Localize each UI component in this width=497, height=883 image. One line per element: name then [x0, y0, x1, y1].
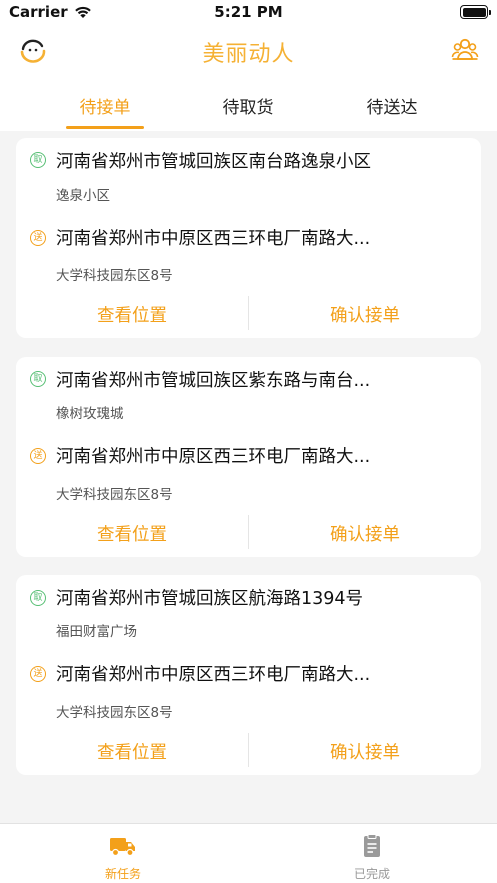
pickup-place: 福田财富广场	[56, 624, 137, 640]
bottom-tab-completed[interactable]: 已完成	[312, 834, 432, 882]
bottom-tab-label: 已完成	[353, 867, 390, 881]
drop-place: 大学科技园东区8号	[56, 268, 173, 284]
app-screen: Carrier 5:21 PM 美丽动人 待接单 待取货 待送达 取 河南省郑州…	[0, 0, 497, 883]
active-tab-indicator	[66, 126, 144, 129]
drop-badge: 送	[30, 230, 46, 246]
bottom-tab-bar: 新任务 已完成	[0, 823, 497, 883]
pickup-address: 河南省郑州市管城回族区南台路逸泉小区	[56, 152, 371, 172]
status-tabs: 待接单 待取货 待送达	[0, 76, 497, 131]
card-actions: 查看位置 确认接单	[16, 296, 481, 330]
drop-badge: 送	[30, 666, 46, 682]
page-title: 美丽动人	[202, 42, 295, 67]
drop-address: 河南省郑州市中原区西三环电厂南路大...	[56, 665, 371, 685]
tab-pending-accept[interactable]: 待接单	[45, 93, 165, 118]
order-card: 取 河南省郑州市管城回族区南台路逸泉小区 逸泉小区 送 河南省郑州市中原区西三环…	[16, 138, 481, 338]
pickup-badge: 取	[30, 152, 46, 168]
view-location-button[interactable]: 查看位置	[16, 739, 248, 764]
order-card: 取 河南省郑州市管城回族区紫东路与南台... 橡树玫瑰城 送 河南省郑州市中原区…	[16, 357, 481, 557]
tab-pending-delivery[interactable]: 待送达	[332, 93, 452, 118]
drop-badge: 送	[30, 448, 46, 464]
tab-pending-pickup[interactable]: 待取货	[188, 93, 308, 118]
pickup-address: 河南省郑州市管城回族区航海路1394号	[56, 589, 364, 609]
pickup-address: 河南省郑州市管城回族区紫东路与南台...	[56, 371, 371, 391]
accept-order-button[interactable]: 确认接单	[249, 302, 481, 327]
clipboard-icon	[364, 834, 380, 857]
card-actions: 查看位置 确认接单	[16, 515, 481, 549]
card-actions: 查看位置 确认接单	[16, 733, 481, 767]
pickup-badge: 取	[30, 590, 46, 606]
bottom-tab-label: 新任务	[104, 867, 141, 881]
drop-address: 河南省郑州市中原区西三环电厂南路大...	[56, 447, 371, 467]
order-card: 取 河南省郑州市管城回族区航海路1394号 福田财富广场 送 河南省郑州市中原区…	[16, 575, 481, 775]
status-time: 5:21 PM	[214, 3, 283, 21]
view-location-button[interactable]: 查看位置	[16, 521, 248, 546]
truck-icon	[110, 838, 135, 857]
drop-address: 河南省郑州市中原区西三环电厂南路大...	[56, 229, 371, 249]
bottom-tab-new-tasks[interactable]: 新任务	[63, 834, 183, 882]
drop-place: 大学科技园东区8号	[56, 487, 173, 503]
drop-place: 大学科技园东区8号	[56, 705, 173, 721]
users-icon[interactable]	[451, 36, 479, 62]
pickup-place: 橡树玫瑰城	[56, 406, 124, 422]
nav-bar: 美丽动人	[0, 26, 497, 76]
status-bar: Carrier 5:21 PM	[0, 0, 497, 26]
accept-order-button[interactable]: 确认接单	[249, 521, 481, 546]
accept-order-button[interactable]: 确认接单	[249, 739, 481, 764]
battery-icon	[460, 5, 491, 19]
pickup-place: 逸泉小区	[56, 188, 110, 204]
pickup-badge: 取	[30, 371, 46, 387]
view-location-button[interactable]: 查看位置	[16, 302, 248, 327]
